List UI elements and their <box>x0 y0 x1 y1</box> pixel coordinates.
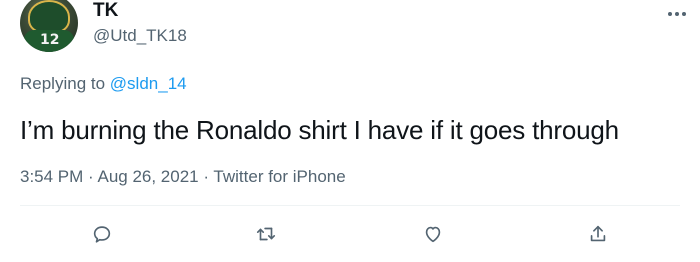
more-horizontal-icon[interactable] <box>668 12 686 16</box>
tweet-actions <box>0 218 700 250</box>
avatar[interactable]: 12 <box>20 0 78 52</box>
tweet-metadata[interactable]: 3:54 PM · Aug 26, 2021 · Twitter for iPh… <box>20 167 346 187</box>
like-button[interactable] <box>417 218 449 250</box>
dot <box>675 12 679 16</box>
replying-to-label: Replying to <box>20 74 106 93</box>
like-icon <box>425 226 441 243</box>
display-name[interactable]: TK <box>93 0 118 22</box>
retweet-button[interactable] <box>250 218 282 250</box>
reply-mention-link[interactable]: @sldn_14 <box>110 74 187 93</box>
retweet-icon <box>256 227 276 241</box>
reply-icon <box>93 226 111 243</box>
divider <box>20 205 680 206</box>
replying-to: Replying to @sldn_14 <box>20 74 187 94</box>
share-icon <box>590 225 606 242</box>
helmet-graphic <box>28 0 70 34</box>
username[interactable]: @Utd_TK18 <box>93 26 187 46</box>
reply-button[interactable] <box>86 218 118 250</box>
share-button[interactable] <box>582 218 614 250</box>
dot <box>682 12 686 16</box>
tweet-text: I’m burning the Ronaldo shirt I have if … <box>20 115 619 145</box>
dot <box>668 12 672 16</box>
jersey-number: 12 <box>40 32 60 48</box>
